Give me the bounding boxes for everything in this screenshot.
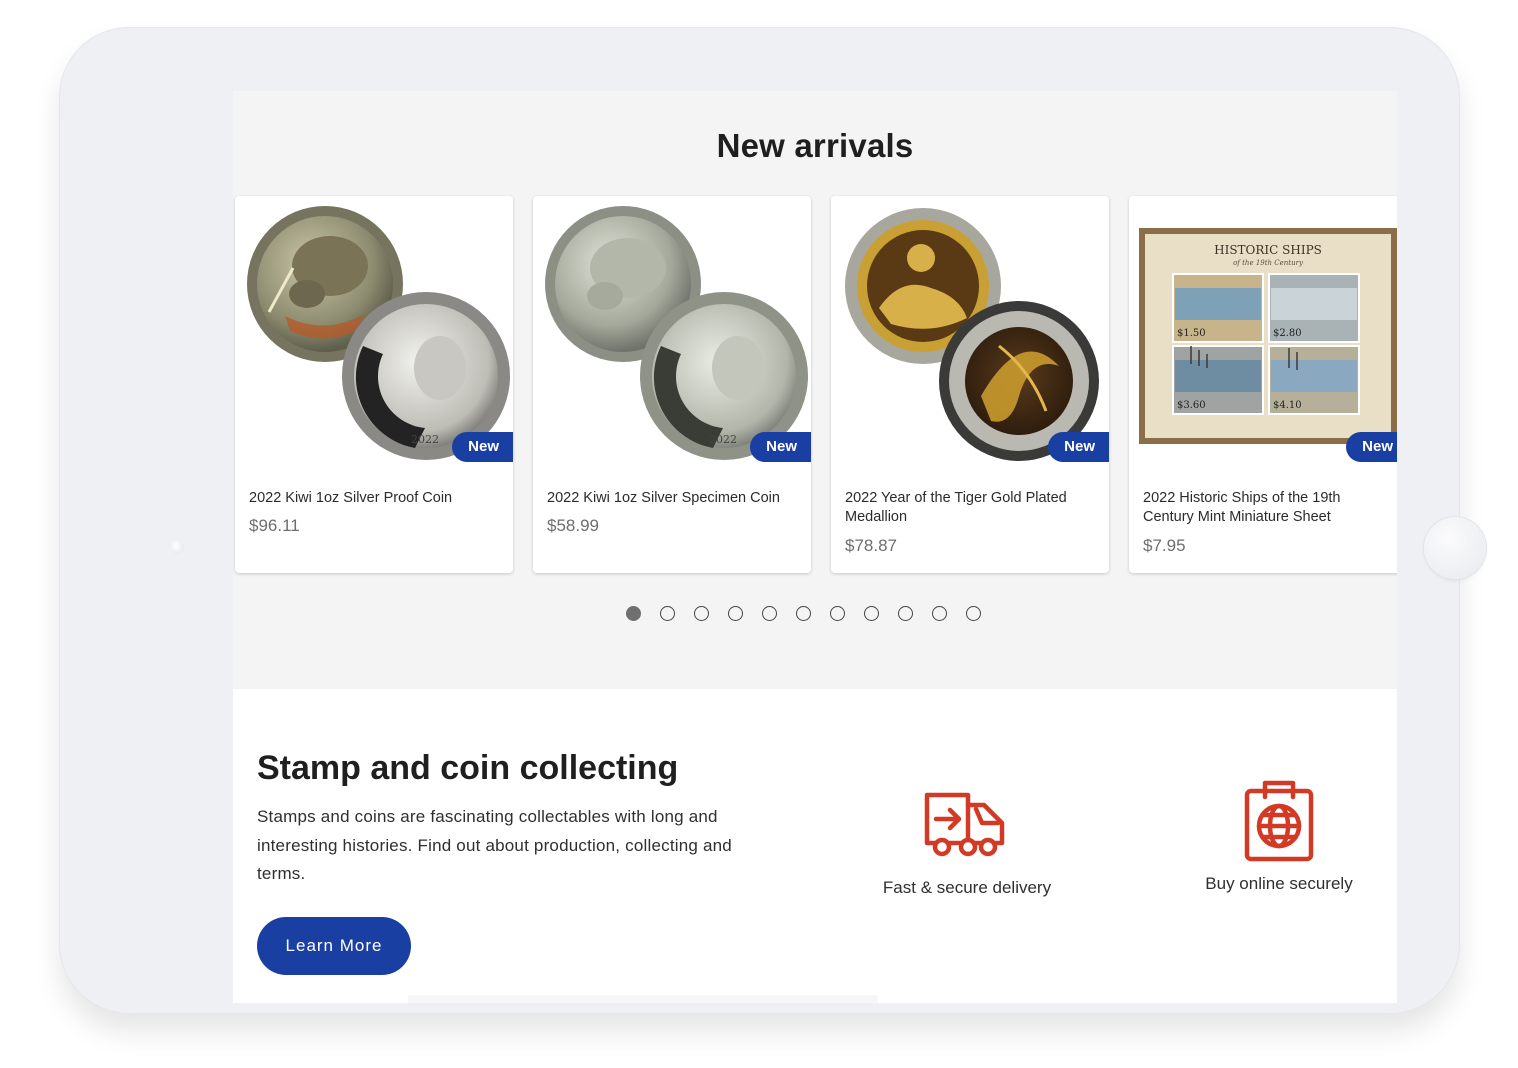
shopping-bag-globe-icon xyxy=(1244,780,1314,862)
product-card[interactable]: New 2022 Year of the Tiger Gold Plated M… xyxy=(831,196,1109,573)
product-price: $58.99 xyxy=(547,516,599,535)
carousel-dot-6[interactable] xyxy=(796,606,811,621)
carousel-dot-9[interactable] xyxy=(898,606,913,621)
sheet-subheading: of the 19th Century xyxy=(1233,259,1304,267)
product-name[interactable]: 2022 Year of the Tiger Gold Plated Medal… xyxy=(845,489,1095,527)
product-card[interactable]: 2022 New 2022 Kiwi 1oz Silver Specimen C… xyxy=(533,196,811,573)
product-card[interactable]: HISTORIC SHIPS of the 19th Century $1.50 xyxy=(1129,196,1397,573)
carousel-dot-10[interactable] xyxy=(932,606,947,621)
delivery-truck-icon xyxy=(924,792,1005,857)
carousel-dot-7[interactable] xyxy=(830,606,845,621)
new-badge: New xyxy=(1346,432,1397,462)
carousel-dot-3[interactable] xyxy=(694,606,709,621)
carousel-dot-5[interactable] xyxy=(762,606,777,621)
carousel-dot-2[interactable] xyxy=(660,606,675,621)
collecting-title: Stamp and coin collecting xyxy=(257,749,679,787)
stamp-value: $1.50 xyxy=(1177,328,1206,339)
coin-year: 2022 xyxy=(411,433,439,446)
product-image-kiwi-specimen: 2022 xyxy=(545,206,808,460)
carousel-pagination xyxy=(626,606,981,624)
section-title: New arrivals xyxy=(716,127,914,164)
new-arrivals-section: New arrivals 2022 New 2022 Kiwi 1oz Silv… xyxy=(233,91,1397,689)
new-badge: New xyxy=(452,432,513,462)
product-price: $96.11 xyxy=(249,516,300,535)
stamp-value: $4.10 xyxy=(1273,400,1302,411)
sheet-heading: HISTORIC SHIPS xyxy=(1214,243,1322,257)
product-price: $7.95 xyxy=(1143,536,1186,555)
tablet-frame: New arrivals 2022 New 2022 Kiwi 1oz Silv… xyxy=(59,27,1486,1014)
coin-year: 2022 xyxy=(709,433,737,446)
stamp-value: $2.80 xyxy=(1273,328,1302,339)
feature-delivery: Fast & secure delivery xyxy=(879,789,1055,898)
learn-more-button[interactable]: Learn More xyxy=(257,917,411,975)
collecting-section: Stamp and coin collecting Stamps and coi… xyxy=(233,689,1397,1003)
camera-dot xyxy=(170,540,184,554)
product-image-kiwi-proof: 2022 xyxy=(247,206,510,460)
carousel-dot-11[interactable] xyxy=(966,606,981,621)
stamp-value: $3.60 xyxy=(1177,400,1206,411)
product-name[interactable]: 2022 Historic Ships of the 19th Century … xyxy=(1143,489,1393,527)
carousel-dot-4[interactable] xyxy=(728,606,743,621)
home-button[interactable] xyxy=(1424,517,1486,579)
divider xyxy=(408,995,878,1003)
feature-label: Fast & secure delivery xyxy=(882,878,1052,897)
new-badge: New xyxy=(1048,432,1109,462)
new-badge: New xyxy=(750,432,811,462)
feature-label: Buy online securely xyxy=(1205,874,1353,893)
feature-secure-buying: Buy online securely xyxy=(1199,780,1359,894)
carousel-dot-1[interactable] xyxy=(626,606,641,621)
product-image-tiger-medallion xyxy=(845,208,1099,461)
product-name[interactable]: 2022 Kiwi 1oz Silver Proof Coin xyxy=(249,489,499,508)
collecting-description: Stamps and coins are fascinating collect… xyxy=(257,807,732,883)
screen: New arrivals 2022 New 2022 Kiwi 1oz Silv… xyxy=(233,91,1397,1003)
product-image-historic-ships-sheet: HISTORIC SHIPS of the 19th Century $1.50 xyxy=(1139,228,1397,444)
product-card[interactable]: 2022 New 2022 Kiwi 1oz Silver Proof Coin… xyxy=(235,196,513,573)
product-price: $78.87 xyxy=(845,536,897,555)
carousel-dot-8[interactable] xyxy=(864,606,879,621)
product-name[interactable]: 2022 Kiwi 1oz Silver Specimen Coin xyxy=(547,489,797,508)
